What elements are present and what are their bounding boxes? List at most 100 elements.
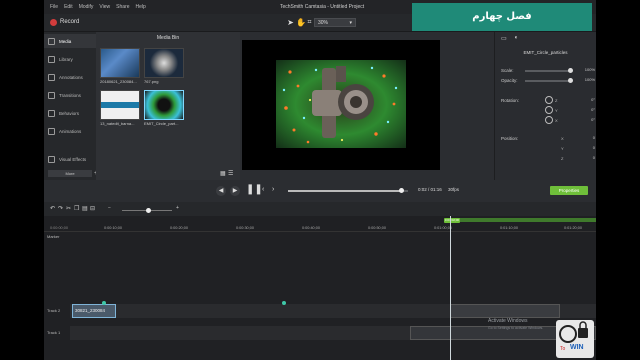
rotation-x-value[interactable]: 0° bbox=[581, 117, 595, 123]
paste-icon[interactable]: ▤ bbox=[82, 205, 88, 212]
redo-icon[interactable]: ↷ bbox=[58, 205, 63, 212]
marker-track-label: Marker bbox=[47, 234, 60, 239]
menu-file[interactable]: File bbox=[50, 4, 58, 10]
position-x-value[interactable]: 0 bbox=[581, 135, 595, 141]
hand-tool-icon[interactable]: ✋ bbox=[296, 18, 306, 27]
canvas-area bbox=[240, 32, 494, 180]
record-icon[interactable] bbox=[50, 19, 57, 26]
timeline-ruler[interactable]: 0:01:02;00 0:00:00;00 0:00:10;00 0:00:20… bbox=[44, 216, 596, 232]
sidebar-item-visual-effects[interactable]: Visual Effects bbox=[44, 152, 96, 166]
cut-icon[interactable]: ✂ bbox=[66, 205, 71, 212]
playhead-handle[interactable]: 0:01:02;00 bbox=[444, 218, 460, 223]
zoom-out-icon[interactable]: − bbox=[108, 205, 111, 211]
menu-modify[interactable]: Modify bbox=[79, 4, 94, 10]
menu-help[interactable]: Help bbox=[136, 4, 146, 10]
position-x-axis: X bbox=[561, 136, 564, 141]
menu-share[interactable]: Share bbox=[116, 4, 129, 10]
split-icon[interactable]: ⊟ bbox=[90, 205, 95, 212]
step-forward-icon[interactable]: › bbox=[272, 186, 274, 193]
opacity-slider[interactable] bbox=[525, 78, 573, 83]
sidebar-item-behaviors[interactable]: Behaviors bbox=[44, 106, 96, 120]
ruler-tick: 0:00:00;00 bbox=[50, 226, 68, 230]
track-2-label: Track 2 bbox=[47, 308, 61, 313]
track-2[interactable]: 30821_230084 bbox=[70, 301, 596, 318]
undo-icon[interactable]: ↶ bbox=[50, 205, 55, 212]
media-item[interactable]: 13_natedit_barna... bbox=[100, 90, 140, 128]
playback-scrubber[interactable] bbox=[288, 188, 408, 193]
timeline-clip[interactable] bbox=[450, 304, 560, 318]
step-back-icon[interactable]: ‹ bbox=[262, 186, 264, 193]
media-item[interactable]: 20180621_230084... bbox=[100, 48, 140, 86]
scale-slider[interactable] bbox=[525, 68, 573, 73]
selection-range bbox=[446, 218, 596, 222]
rotation-x-axis: X bbox=[555, 118, 558, 123]
pause-button[interactable]: ❚❚ bbox=[246, 184, 263, 195]
channel-logo: To WIN bbox=[556, 320, 594, 358]
timeline-zoom-slider[interactable] bbox=[122, 208, 172, 213]
rotation-z-axis: Z bbox=[555, 98, 558, 103]
timeline-clip[interactable]: 30821_230084 bbox=[72, 304, 116, 318]
copy-icon[interactable]: ❐ bbox=[74, 205, 79, 212]
grid-view-icon[interactable]: ▦ bbox=[220, 170, 226, 177]
rotation-y-dial[interactable] bbox=[545, 106, 553, 114]
properties-button[interactable]: Properties bbox=[550, 186, 588, 195]
windows-activation-subtext: Go to Settings to activate Windows. bbox=[488, 326, 544, 330]
rotation-y-value[interactable]: 0° bbox=[581, 107, 595, 113]
sidebar-item-label: Animations bbox=[59, 128, 82, 134]
position-y-axis: Y bbox=[561, 146, 564, 151]
media-item-label: 13_natedit_barna... bbox=[100, 121, 135, 126]
audio-tab-icon[interactable]: ◐ bbox=[515, 35, 519, 42]
previous-frame-icon[interactable]: ◀ bbox=[216, 186, 226, 196]
record-button[interactable]: Record bbox=[60, 19, 79, 25]
rotation-x-dial[interactable] bbox=[545, 116, 553, 124]
play-icon[interactable]: ▶ bbox=[230, 186, 240, 196]
opacity-value[interactable]: 100% bbox=[581, 77, 595, 83]
timeline-zoom-knob[interactable] bbox=[146, 208, 151, 213]
menu-edit[interactable]: Edit bbox=[64, 4, 73, 10]
arrow-tool-icon[interactable]: ➤ bbox=[286, 18, 295, 27]
media-bin: Media Bin 20180621_230084... 767.png 13_… bbox=[96, 32, 240, 180]
media-thumbnail bbox=[144, 48, 184, 78]
scrubber-knob[interactable] bbox=[399, 188, 404, 193]
ruler-tick: 0:01:10;00 bbox=[500, 226, 518, 230]
sidebar-item-label: Transitions bbox=[59, 92, 81, 98]
opacity-label: Opacity: bbox=[501, 78, 518, 83]
properties-panel: ▭ ◐ EMIT_Circle_particles Scale: 100% Op… bbox=[494, 32, 596, 182]
media-icon bbox=[48, 37, 55, 45]
sidebar-item-animations[interactable]: Animations bbox=[44, 124, 96, 138]
scale-slider-knob[interactable] bbox=[568, 68, 573, 73]
crop-tool-icon[interactable]: ⌗ bbox=[305, 18, 314, 27]
position-y-value[interactable]: 0 bbox=[581, 145, 595, 151]
sidebar-item-media[interactable]: Media bbox=[44, 34, 96, 48]
more-button[interactable]: More bbox=[48, 170, 92, 177]
keyframe-marker[interactable] bbox=[102, 301, 106, 305]
list-view-icon[interactable]: ☰ bbox=[228, 170, 233, 177]
menu-view[interactable]: View bbox=[99, 4, 110, 10]
canvas-preview[interactable] bbox=[242, 40, 440, 170]
logo-to-text: To bbox=[560, 346, 566, 352]
rotation-z-dial[interactable] bbox=[545, 96, 553, 104]
timecode: 0:02 / 01:16 bbox=[418, 187, 442, 192]
video-tab-icon[interactable]: ▭ bbox=[501, 35, 507, 42]
chapter-badge: فصل چهارم bbox=[412, 3, 592, 31]
sidebar-item-library[interactable]: Library bbox=[44, 52, 96, 66]
media-thumbnail bbox=[100, 48, 140, 78]
opacity-slider-knob[interactable] bbox=[568, 78, 573, 83]
playhead-line[interactable] bbox=[450, 216, 451, 360]
sidebar-item-annotations[interactable]: Annotations bbox=[44, 70, 96, 84]
player-controls: ◀ ▶ ❚❚ ‹ › 0:02 / 01:16 30fps bbox=[44, 180, 596, 202]
visual-effects-icon bbox=[48, 155, 55, 163]
sidebar-item-label: Annotations bbox=[59, 74, 83, 80]
library-icon bbox=[48, 55, 55, 63]
rotation-z-value[interactable]: 0° bbox=[581, 97, 595, 103]
media-item-selected[interactable]: EMIT_Circle_part... bbox=[144, 90, 184, 128]
zoom-in-icon[interactable]: + bbox=[176, 205, 179, 211]
keyframe-marker[interactable] bbox=[282, 301, 286, 305]
sidebar-item-label: Behaviors bbox=[59, 110, 80, 116]
zoom-select[interactable]: 30% ▾ bbox=[314, 18, 356, 27]
rotation-y-axis: Y bbox=[555, 108, 558, 113]
scale-value[interactable]: 100% bbox=[581, 67, 595, 73]
position-z-value[interactable]: 0 bbox=[581, 155, 595, 161]
media-item[interactable]: 767.png bbox=[144, 48, 184, 86]
sidebar-item-transitions[interactable]: Transitions bbox=[44, 88, 96, 102]
